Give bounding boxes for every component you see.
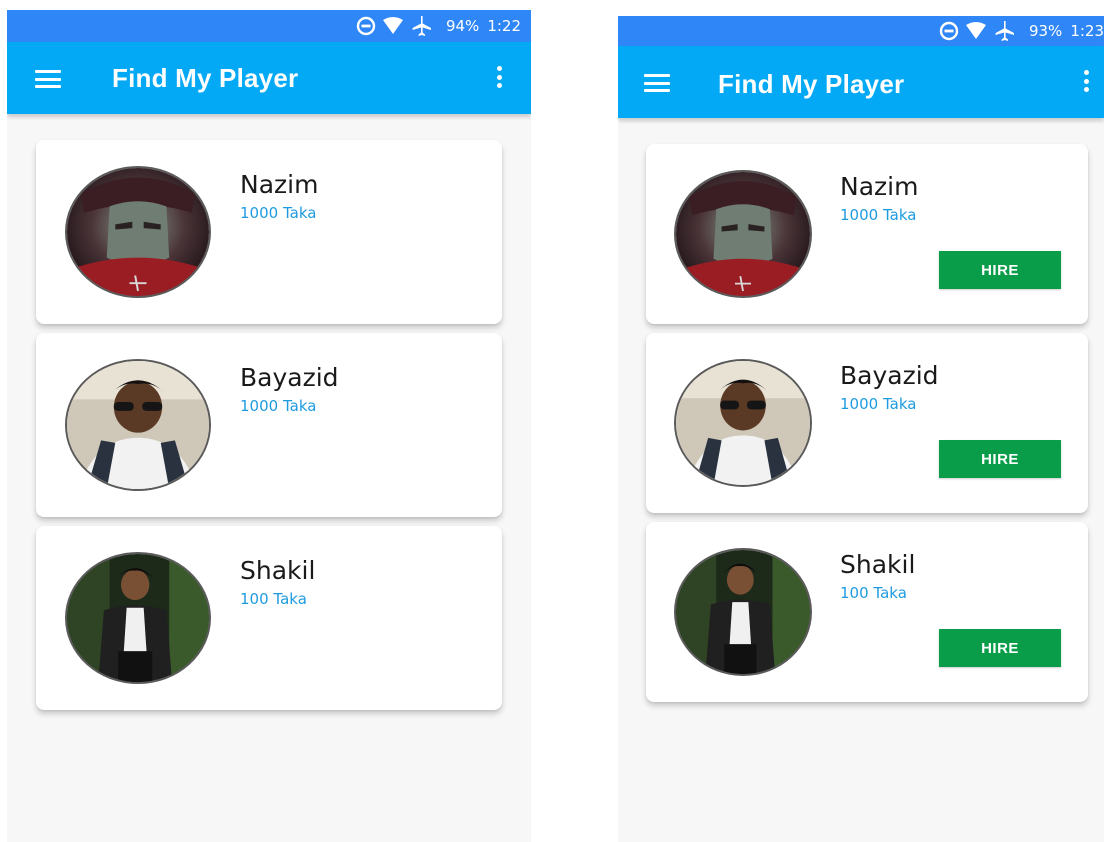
- player-name: Shakil: [840, 550, 916, 579]
- player-name: Shakil: [240, 556, 316, 585]
- player-card-shakil[interactable]: Shakil 100 Taka HIRE: [646, 522, 1088, 702]
- player-card-nazim[interactable]: Nazim 1000 Taka: [36, 140, 502, 324]
- player-name: Bayazid: [240, 363, 339, 392]
- status-bar: 93% 1:23: [618, 16, 1104, 46]
- hamburger-menu-icon[interactable]: [35, 70, 61, 88]
- player-price: 100 Taka: [240, 590, 307, 608]
- player-avatar: [65, 166, 211, 298]
- status-bar: 94% 1:22: [7, 10, 531, 42]
- do-not-disturb-icon: [939, 21, 959, 41]
- player-avatar: [674, 548, 812, 676]
- player-card-bayazid[interactable]: Bayazid 1000 Taka HIRE: [646, 333, 1088, 513]
- clock: 1:22: [487, 17, 521, 35]
- airplane-mode-icon: [410, 15, 432, 37]
- player-avatar: [65, 552, 211, 684]
- player-name: Bayazid: [840, 361, 939, 390]
- player-name: Nazim: [840, 172, 919, 201]
- player-card-shakil[interactable]: Shakil 100 Taka: [36, 526, 502, 710]
- app-title: Find My Player: [112, 63, 299, 93]
- hire-button[interactable]: HIRE: [939, 629, 1061, 667]
- player-avatar: [674, 170, 812, 298]
- player-price: 1000 Taka: [840, 206, 917, 224]
- phone-screen-right: 93% 1:23 Find My Player Nazim 1000 Taka: [618, 16, 1104, 842]
- player-card-bayazid[interactable]: Bayazid 1000 Taka: [36, 333, 502, 517]
- battery-level: 94%: [445, 17, 480, 35]
- do-not-disturb-icon: [356, 16, 376, 36]
- player-avatar: [674, 359, 812, 487]
- hamburger-menu-icon[interactable]: [644, 74, 670, 92]
- hire-button[interactable]: HIRE: [939, 440, 1061, 478]
- battery-level: 93%: [1028, 22, 1063, 40]
- airplane-mode-icon: [993, 20, 1015, 42]
- player-price: 1000 Taka: [240, 397, 317, 415]
- player-card-nazim[interactable]: Nazim 1000 Taka HIRE: [646, 144, 1088, 324]
- more-vertical-icon[interactable]: [1082, 70, 1090, 94]
- player-avatar: [65, 359, 211, 491]
- wifi-icon: [382, 17, 404, 35]
- app-title: Find My Player: [718, 69, 905, 99]
- app-bar: Find My Player: [7, 42, 531, 114]
- player-price: 1000 Taka: [240, 204, 317, 222]
- player-price: 1000 Taka: [840, 395, 917, 413]
- app-bar: Find My Player: [618, 46, 1104, 118]
- more-vertical-icon[interactable]: [495, 66, 503, 90]
- player-price: 100 Taka: [840, 584, 907, 602]
- hire-button[interactable]: HIRE: [939, 251, 1061, 289]
- wifi-icon: [965, 22, 987, 40]
- clock: 1:23: [1070, 22, 1104, 40]
- phone-screen-left: 94% 1:22 Find My Player Nazim 1000 Taka: [7, 10, 531, 842]
- player-name: Nazim: [240, 170, 319, 199]
